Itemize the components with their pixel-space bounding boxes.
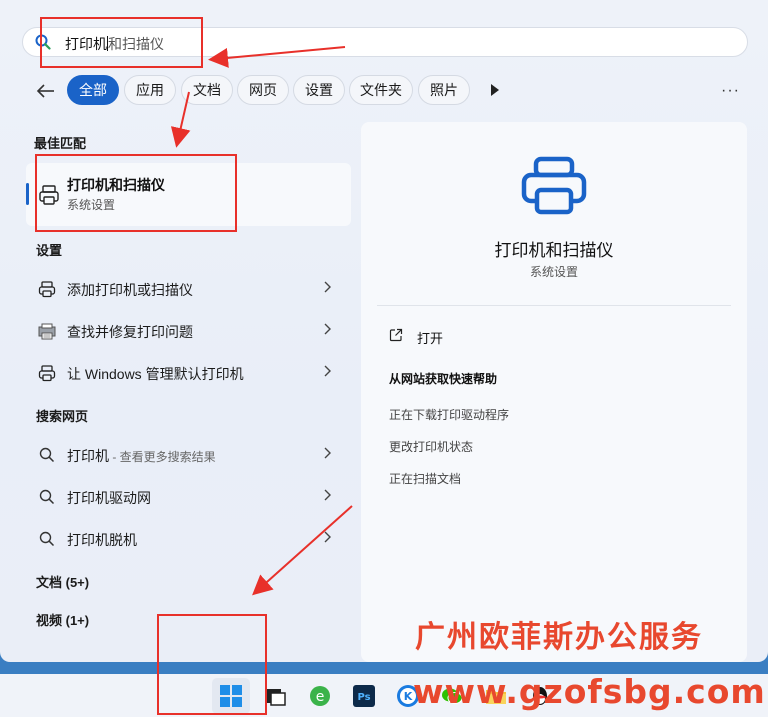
- arrow-to-start: [252, 505, 353, 596]
- arrow-to-best-match: [170, 91, 191, 148]
- annotation-arrows: [170, 46, 353, 596]
- arrow-to-search: [208, 46, 346, 68]
